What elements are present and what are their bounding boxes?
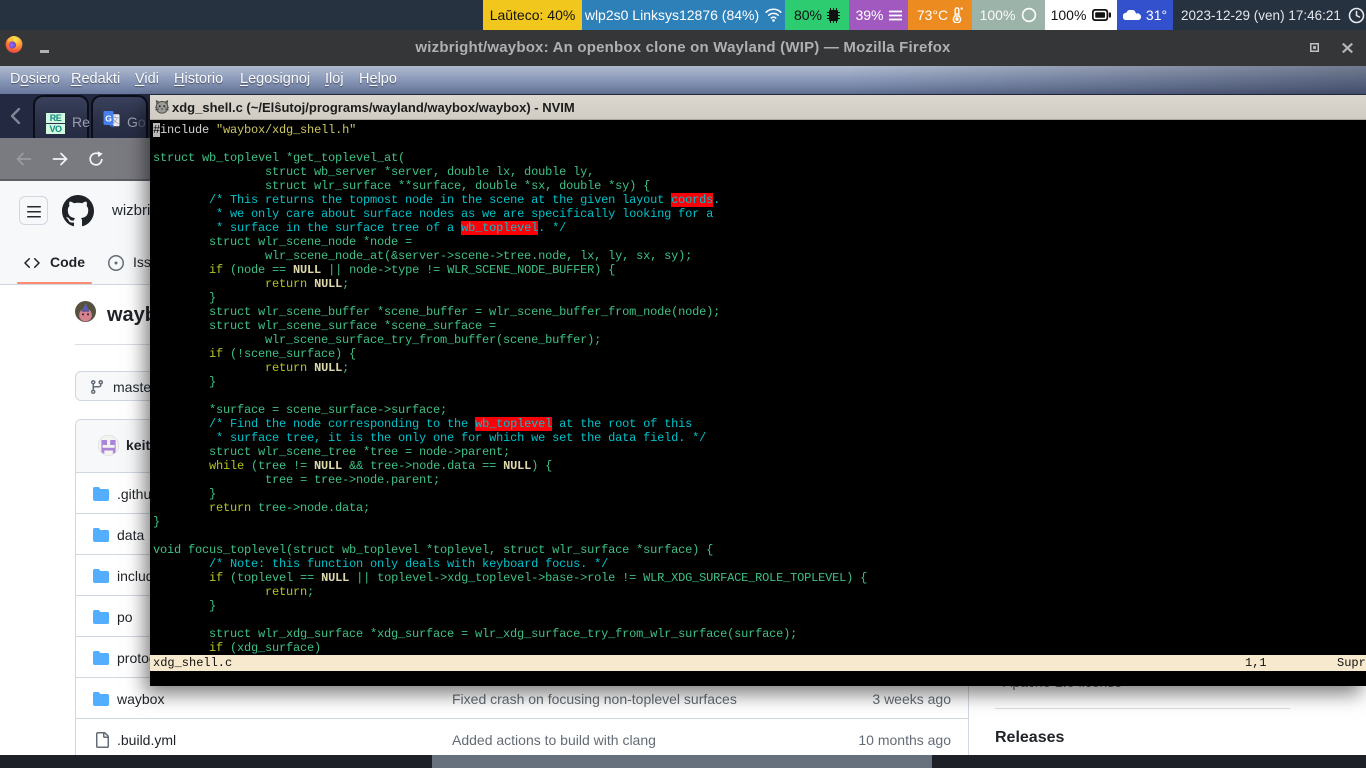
svg-text:G: G <box>105 114 112 124</box>
